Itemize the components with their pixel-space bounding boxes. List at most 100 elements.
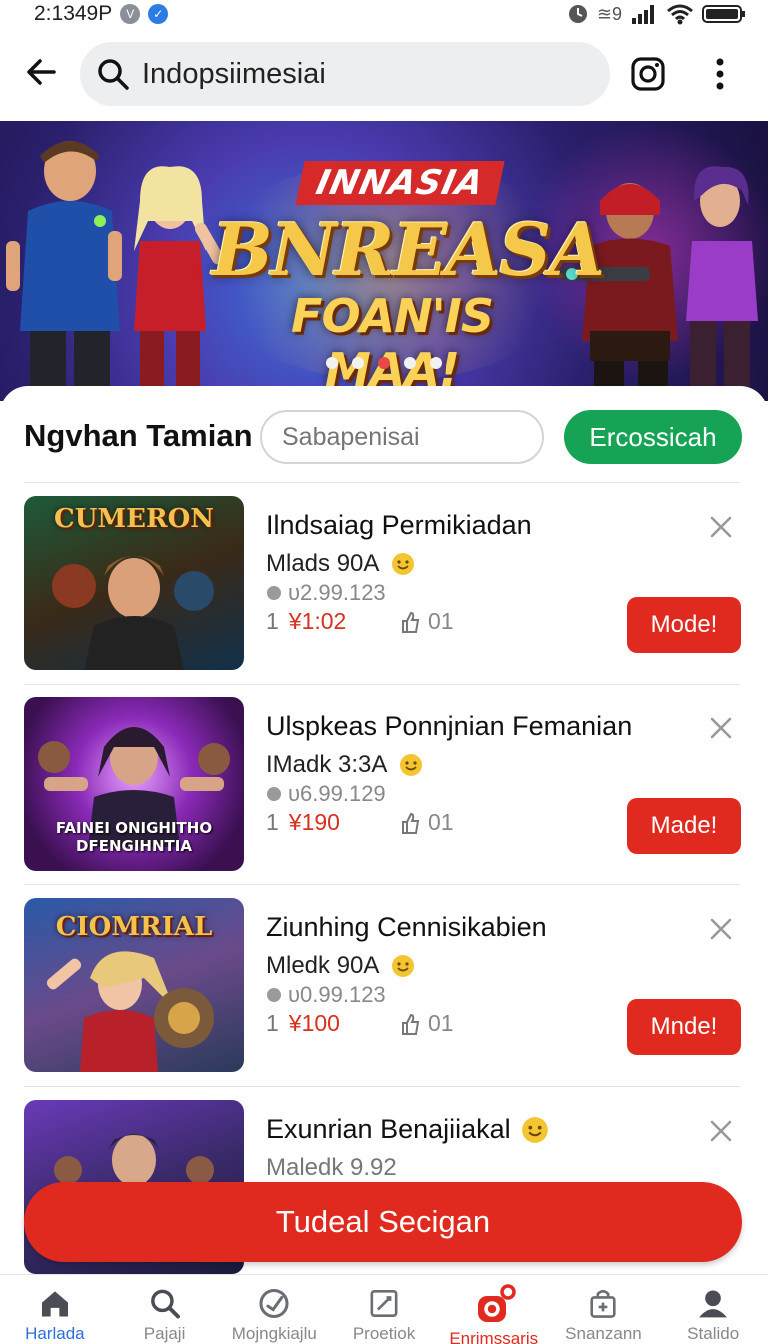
banner-title-sub: FOAN'IS MAA! xyxy=(291,289,494,397)
item-likes-count: 01 xyxy=(428,809,454,835)
thumbs-up-icon xyxy=(402,611,420,633)
list-item[interactable]: FAINEI ONIGHITHO DFENGIHNTIA Ulspkeas Po… xyxy=(24,697,744,875)
mode-button[interactable]: Made! xyxy=(627,798,741,854)
item-thumbnail[interactable]: FAINEI ONIGHITHO DFENGIHNTIA xyxy=(24,697,244,871)
mode-button[interactable]: Mnde! xyxy=(627,999,741,1055)
profile-icon xyxy=(699,1290,728,1318)
item-name: Exunrian Benajiiakal xyxy=(266,1114,549,1145)
alarm-icon xyxy=(568,5,587,23)
close-icon[interactable] xyxy=(708,1118,734,1144)
carousel-dot[interactable] xyxy=(430,357,442,369)
wifi-icon xyxy=(667,4,693,25)
filter-input[interactable] xyxy=(260,410,544,464)
verified-icon: ✓ xyxy=(148,4,169,24)
item-meta: 1 ¥100 01 xyxy=(266,1010,454,1037)
item-cost: ¥190 xyxy=(288,809,340,835)
section-title: Ngvhan Tamian xyxy=(24,418,253,453)
item-price: υ0.99.123 xyxy=(288,982,386,1007)
thumbs-up-icon xyxy=(402,1013,420,1035)
banner-title-top: INNASIA xyxy=(295,161,505,205)
nav-item-notifications[interactable]: Enrimssaris xyxy=(439,1275,549,1344)
back-arrow-icon[interactable] xyxy=(24,54,60,90)
smiley-icon xyxy=(392,553,415,575)
nav-item-create[interactable]: Proetiok xyxy=(329,1275,439,1344)
nav-item-shop[interactable]: Snanzann xyxy=(549,1275,659,1344)
list-item[interactable]: CIOMRIAL Ziunhing Cennisikabien Mledk 90… xyxy=(24,898,744,1076)
vpn-icon: V xyxy=(120,4,141,24)
item-subtitle: Maledk 9.92 xyxy=(266,1154,397,1182)
item-price-row: υ0.99.123 xyxy=(266,982,386,1008)
nav-label: Pajaji xyxy=(143,1324,186,1343)
carousel-dot[interactable] xyxy=(326,357,338,369)
close-icon[interactable] xyxy=(708,514,734,540)
item-price-row: υ6.99.129 xyxy=(266,781,386,807)
nav-item-home[interactable]: Harlada xyxy=(0,1275,110,1344)
item-cost: ¥1:02 xyxy=(288,608,347,634)
nav-label: Harlada xyxy=(25,1324,85,1343)
mode-button[interactable]: Mode! xyxy=(627,597,741,653)
item-meta: 1 ¥1:02 01 xyxy=(266,608,454,635)
item-thumbnail[interactable]: CUMERON xyxy=(24,496,244,670)
nav-item-explore[interactable]: Mojngkiajlu xyxy=(219,1275,329,1344)
item-subtitle: Mlads 90A xyxy=(266,550,415,578)
nav-label: Mojngkiajlu xyxy=(231,1324,317,1343)
nav-item-profile[interactable]: Stalido xyxy=(658,1275,768,1344)
item-qty: 1 xyxy=(266,608,279,634)
nav-label: Snanzann xyxy=(565,1324,642,1343)
bottom-navigation: Harlada Pajaji Mojngkiajlu Proetiok Enri… xyxy=(0,1274,768,1344)
item-likes[interactable]: 01 xyxy=(400,809,454,836)
nav-label: Stalido xyxy=(687,1324,740,1343)
content-panel: Ngvhan Tamian Ercossicah CUMERON Ilndsai… xyxy=(0,386,768,1286)
status-right: ≊9 xyxy=(567,3,746,25)
filter-button[interactable]: Ercossicah xyxy=(564,410,742,464)
carousel-dot-active[interactable] xyxy=(378,357,390,369)
item-likes[interactable]: 01 xyxy=(400,608,454,635)
bag-icon xyxy=(590,1290,617,1318)
more-options-icon[interactable] xyxy=(706,54,734,94)
item-name: Ulspkeas Ponnjnian Femanian xyxy=(266,711,633,741)
promo-banner[interactable]: INNASIA BNREASA FOAN'IS MAA! xyxy=(0,121,768,401)
instagram-icon[interactable] xyxy=(630,56,666,92)
thumbnail-caption: FAINEI ONIGHITHO DFENGIHNTIA xyxy=(55,819,213,855)
status-bar: 2:1349P V ✓ ≊9 xyxy=(0,0,768,28)
item-name-text: Exunrian Benajiiakal xyxy=(266,1114,511,1144)
banner-title-main: BNREASA xyxy=(212,207,605,292)
divider xyxy=(24,884,740,885)
search-icon xyxy=(150,1289,180,1319)
search-icon xyxy=(98,59,129,90)
nav-label: Proetiok xyxy=(352,1324,416,1343)
status-time: 2:1349P xyxy=(34,2,113,25)
search-bar[interactable] xyxy=(80,42,610,106)
nav-label: Enrimssaris xyxy=(449,1329,539,1344)
close-icon[interactable] xyxy=(708,715,734,741)
close-icon[interactable] xyxy=(708,916,734,942)
carousel-dot[interactable] xyxy=(352,357,364,369)
battery-icon xyxy=(702,5,745,23)
filter-row: Ngvhan Tamian Ercossicah xyxy=(24,408,744,464)
item-meta: 1 ¥190 01 xyxy=(266,809,454,836)
nav-item-search[interactable]: Pajaji xyxy=(110,1275,220,1344)
coin-icon xyxy=(267,586,281,600)
primary-cta-button[interactable]: Tudeal Secigan xyxy=(24,1182,742,1262)
item-thumbnail[interactable]: CIOMRIAL xyxy=(24,898,244,1072)
thumbnail-title: CUMERON xyxy=(54,504,214,534)
item-sub-text: IMadk 3:3A xyxy=(266,751,388,778)
list-item[interactable]: CUMERON Ilndsaiag Permikiadan Mlads 90A … xyxy=(24,496,744,674)
item-subtitle: IMadk 3:3A xyxy=(266,751,423,779)
carousel-dots[interactable] xyxy=(326,357,442,369)
heroine-character-right xyxy=(686,166,758,401)
item-sub-text: Mlads 90A xyxy=(266,550,380,577)
item-qty: 1 xyxy=(266,809,279,835)
carousel-dot[interactable] xyxy=(404,357,416,369)
thumbs-up-icon xyxy=(402,812,420,834)
item-sub-text: Mledk 90A xyxy=(266,952,380,979)
item-name: Ziunhing Cennisikabien xyxy=(266,912,547,942)
smiley-icon xyxy=(400,754,423,776)
divider xyxy=(24,482,740,483)
item-likes[interactable]: 01 xyxy=(400,1010,454,1037)
coin-icon xyxy=(267,988,281,1002)
network-text: ≊9 xyxy=(596,3,622,24)
item-subtitle: Mledk 90A xyxy=(266,952,415,980)
coin-icon xyxy=(267,787,281,801)
search-input[interactable] xyxy=(142,57,582,91)
